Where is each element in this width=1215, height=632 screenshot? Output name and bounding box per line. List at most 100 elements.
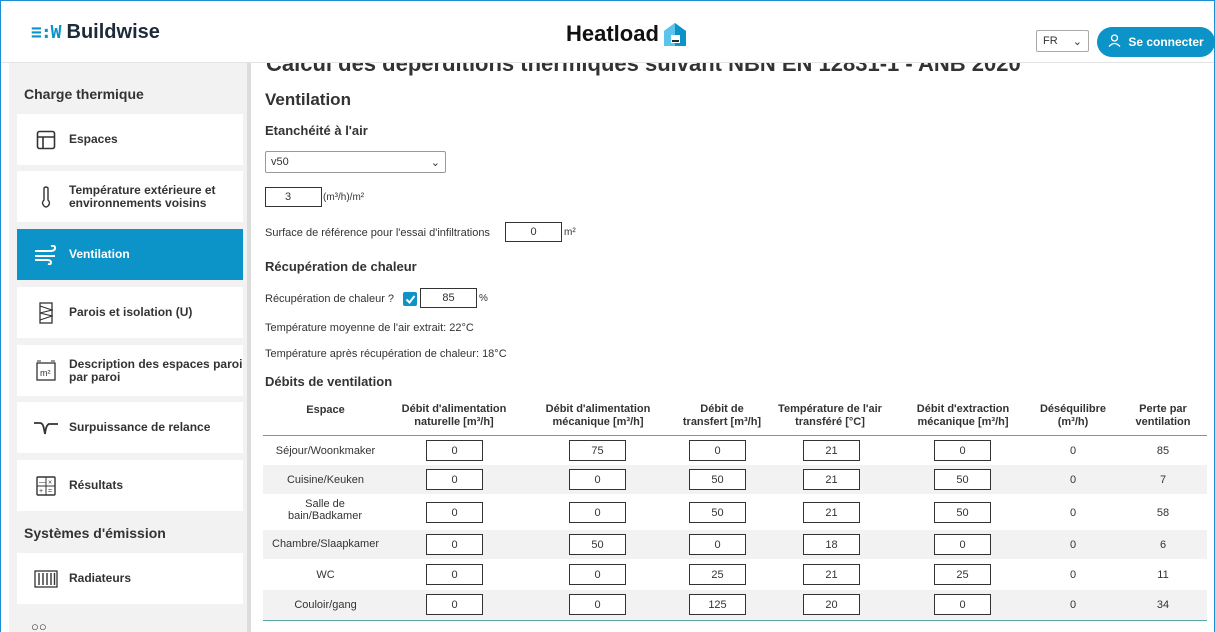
extraction-flow-input[interactable]: 0 xyxy=(934,534,991,555)
wind-icon xyxy=(31,240,61,270)
svg-text:=: = xyxy=(48,488,52,495)
natural-flow-input[interactable]: 0 xyxy=(426,564,483,585)
sidebar: Charge thermique Espaces Température ext… xyxy=(9,63,247,632)
sidebar-scrollbar[interactable] xyxy=(247,63,251,632)
brand-logo[interactable]: ≡:W Buildwise xyxy=(31,21,160,44)
transfer-temp-input[interactable]: 21 xyxy=(803,469,860,490)
airtightness-value-input[interactable]: 3 xyxy=(265,187,322,207)
transfer-temp-input[interactable]: 21 xyxy=(803,440,860,461)
sidebar-item-parois[interactable]: Parois et isolation (U) xyxy=(17,287,243,338)
extraction-flow-input[interactable]: 50 xyxy=(934,502,991,523)
extraction-flow-input[interactable]: 0 xyxy=(934,594,991,615)
ref-surface-label: Surface de référence pour l'essai d'infi… xyxy=(265,227,490,239)
radiator-icon xyxy=(31,564,61,594)
heat-recovery-input[interactable]: 85 xyxy=(420,288,477,308)
imbalance-value: 0 xyxy=(1069,569,1077,581)
natural-flow-input[interactable]: 0 xyxy=(426,469,483,490)
transfer-temp-input[interactable]: 21 xyxy=(803,564,860,585)
table-row: Cuisine/Keuken 0 0 50 21 50 0 7 xyxy=(263,465,1207,494)
transfer-flow-input[interactable]: 0 xyxy=(689,440,746,461)
chevron-down-icon: ⌄ xyxy=(1072,35,1082,48)
transfer-flow-input[interactable]: 50 xyxy=(689,469,746,490)
sidebar-item-radiateurs[interactable]: Radiateurs xyxy=(17,553,243,604)
mechanical-flow-input[interactable]: 75 xyxy=(569,440,626,461)
column-header: Perte par ventilation xyxy=(1135,403,1191,428)
sidebar-section-emission: Systèmes d'émission xyxy=(24,525,166,541)
extraction-flow-input[interactable]: 25 xyxy=(934,564,991,585)
sidebar-item-espaces[interactable]: Espaces xyxy=(17,114,243,165)
sidebar-item-temperature[interactable]: Température extérieure et environnements… xyxy=(17,171,243,222)
ref-surface-input[interactable]: 0 xyxy=(505,222,562,242)
heat-recovery-label: Récupération de chaleur ? xyxy=(265,293,395,305)
language-value: FR xyxy=(1043,35,1058,47)
transfer-temp-input[interactable]: 21 xyxy=(803,502,860,523)
sidebar-item-label: Parois et isolation (U) xyxy=(69,305,193,319)
app-title-text: Heatload xyxy=(566,21,659,46)
loss-value: 58 xyxy=(1156,507,1170,519)
space-name: Couloir/gang xyxy=(294,599,357,611)
airtightness-select[interactable]: v50 ⌄ xyxy=(265,151,446,173)
flows-heading: Débits de ventilation xyxy=(265,374,393,389)
wall-insulation-icon xyxy=(31,298,61,328)
loss-value: 6 xyxy=(1159,539,1167,551)
page-title: Calcul des déperditions thermiques suiva… xyxy=(266,63,1021,76)
app-title: Heatload xyxy=(566,21,688,47)
transfer-flow-input[interactable]: 125 xyxy=(689,594,746,615)
curve-icon xyxy=(31,413,61,443)
chevron-down-icon: ⌄ xyxy=(430,156,440,169)
brand-mark: ≡:W xyxy=(31,22,61,43)
airtightness-select-value: v50 xyxy=(271,156,289,168)
space-name: Séjour/Woonkmaker xyxy=(275,445,376,457)
natural-flow-input[interactable]: 0 xyxy=(426,502,483,523)
transfer-flow-input[interactable]: 25 xyxy=(689,564,746,585)
sidebar-item-surpuissance[interactable]: Surpuissance de relance xyxy=(17,402,243,453)
natural-flow-input[interactable]: 0 xyxy=(426,440,483,461)
sidebar-item-label: Surpuissance de relance xyxy=(69,420,211,434)
table-header-row: Espace Débit d'alimentation naturelle [m… xyxy=(263,401,1207,436)
mechanical-flow-input[interactable]: 0 xyxy=(569,502,626,523)
top-header: ≡:W Buildwise Heatload FR ⌄ Se connecter xyxy=(1,1,1215,63)
table-row: Salle de bain/Badkamer 0 0 50 21 50 0 58 xyxy=(263,494,1207,530)
brand-name: Buildwise xyxy=(66,21,160,43)
table-row: WC 0 0 25 21 25 0 11 xyxy=(263,559,1207,590)
transfer-temp-input[interactable]: 18 xyxy=(803,534,860,555)
transfer-flow-input[interactable]: 0 xyxy=(689,534,746,555)
transfer-flow-input[interactable]: 50 xyxy=(689,502,746,523)
main-content: Calcul des déperditions thermiques suiva… xyxy=(263,63,1213,632)
space-name: Cuisine/Keuken xyxy=(286,474,365,486)
table-row: Séjour/Woonkmaker 0 75 0 21 0 0 85 xyxy=(263,436,1207,465)
airtightness-heading: Etanchéité à l'air xyxy=(265,123,368,138)
calculator-icon: — × + = xyxy=(31,471,61,501)
sidebar-item-description[interactable]: m² Description des espaces paroi par par… xyxy=(17,345,243,396)
language-select[interactable]: FR ⌄ xyxy=(1036,30,1089,52)
sidebar-item-resultats[interactable]: — × + = Résultats xyxy=(17,460,243,511)
ref-surface-unit: m² xyxy=(564,227,576,238)
airtightness-unit: (m³/h)/m² xyxy=(323,192,365,203)
transfer-temp-input[interactable]: 20 xyxy=(803,594,860,615)
extraction-flow-input[interactable]: 0 xyxy=(934,440,991,461)
mechanical-flow-input[interactable]: 0 xyxy=(569,594,626,615)
imbalance-value: 0 xyxy=(1069,599,1077,611)
check-icon xyxy=(405,294,415,304)
extraction-flow-input[interactable]: 50 xyxy=(934,469,991,490)
table-bottom-border xyxy=(263,620,1207,621)
house-icon xyxy=(662,21,688,47)
after-recovery-temp-text: Température après récupération de chaleu… xyxy=(265,348,507,360)
area-m2-icon: m² xyxy=(31,356,61,386)
column-header: Débit de transfert [m³/h] xyxy=(682,403,762,428)
connect-button[interactable]: Se connecter xyxy=(1097,27,1215,57)
svg-text:×: × xyxy=(48,479,52,486)
mechanical-flow-input[interactable]: 50 xyxy=(569,534,626,555)
connect-label: Se connecter xyxy=(1128,35,1204,49)
space-name: Salle de bain/Badkamer xyxy=(288,498,362,522)
svg-text:+: + xyxy=(39,488,43,495)
natural-flow-input[interactable]: 0 xyxy=(426,594,483,615)
sidebar-item-ventilation[interactable]: Ventilation xyxy=(17,229,243,280)
sidebar-item-label: Résultats xyxy=(69,478,124,492)
natural-flow-input[interactable]: 0 xyxy=(426,534,483,555)
extract-temp-text: Température moyenne de l'air extrait: 22… xyxy=(265,322,474,334)
mechanical-flow-input[interactable]: 0 xyxy=(569,564,626,585)
loss-value: 85 xyxy=(1156,445,1170,457)
heat-recovery-checkbox[interactable] xyxy=(403,292,417,306)
mechanical-flow-input[interactable]: 0 xyxy=(569,469,626,490)
